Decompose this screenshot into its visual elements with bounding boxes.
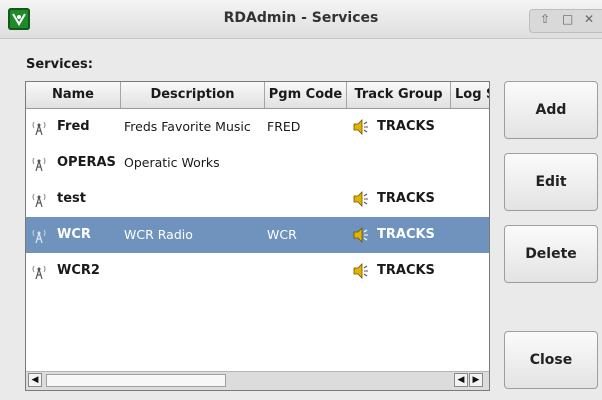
scrollbar-thumb[interactable]	[46, 374, 226, 387]
column-header-description[interactable]: Description	[121, 82, 265, 108]
speaker-icon	[352, 263, 370, 283]
service-name: OPERAS	[57, 155, 116, 170]
service-name: WCR	[57, 227, 91, 242]
service-pgm-code: FRED	[267, 119, 301, 134]
table-row[interactable]: WCR2 TRACKS	[26, 253, 489, 289]
horizontal-scrollbar[interactable]: ◀ ◀ ▶	[26, 371, 489, 390]
title-bar[interactable]: RDAdmin - Services ⇧ □ ✕	[0, 0, 602, 39]
service-name: WCR2	[57, 263, 100, 278]
service-track-group: TRACKS	[377, 227, 435, 242]
list-header: Name Description Pgm Code Track Group Lo…	[26, 82, 489, 109]
add-button[interactable]: Add	[504, 81, 598, 139]
restore-icon[interactable]: ⇧	[540, 12, 550, 26]
scroll-left-button-end[interactable]: ◀	[454, 373, 468, 387]
service-description: WCR Radio	[124, 227, 193, 242]
maximize-icon[interactable]: □	[562, 12, 573, 26]
speaker-icon	[352, 227, 370, 247]
services-list[interactable]: Name Description Pgm Code Track Group Lo…	[25, 81, 490, 391]
close-button[interactable]: Close	[504, 331, 598, 389]
services-label: Services:	[26, 57, 93, 72]
service-track-group: TRACKS	[377, 119, 435, 134]
speaker-icon	[352, 119, 370, 139]
service-description: Freds Favorite Music	[124, 119, 251, 134]
service-pgm-code: WCR	[267, 227, 297, 242]
service-name: Fred	[57, 119, 90, 134]
antenna-icon	[31, 228, 47, 248]
service-description: Operatic Works	[124, 155, 220, 170]
scroll-left-button[interactable]: ◀	[28, 373, 42, 387]
scroll-right-button[interactable]: ▶	[469, 373, 483, 387]
table-row[interactable]: test TRACKS	[26, 181, 489, 217]
column-header-track-group[interactable]: Track Group	[347, 82, 451, 108]
antenna-icon	[31, 264, 47, 284]
close-icon[interactable]: ✕	[584, 12, 594, 26]
column-header-pgm-code[interactable]: Pgm Code	[265, 82, 347, 108]
edit-button[interactable]: Edit	[504, 153, 598, 211]
table-row[interactable]: Fred Freds Favorite Music FRED TRACKS	[26, 109, 489, 145]
table-row[interactable]: OPERAS Operatic Works	[26, 145, 489, 181]
antenna-icon	[31, 156, 47, 176]
column-header-name[interactable]: Name	[26, 82, 121, 108]
service-track-group: TRACKS	[377, 263, 435, 278]
window-title: RDAdmin - Services	[223, 10, 379, 26]
table-row-selected[interactable]: WCR WCR Radio WCR TRACKS	[26, 217, 489, 253]
service-name: test	[57, 191, 86, 206]
column-header-log-scheduler[interactable]: Log S	[451, 82, 489, 108]
window-controls: ⇧ □ ✕	[529, 9, 602, 33]
service-track-group: TRACKS	[377, 191, 435, 206]
antenna-icon	[31, 192, 47, 212]
speaker-icon	[352, 191, 370, 211]
services-dialog: RDAdmin - Services ⇧ □ ✕ Services: Name …	[0, 0, 602, 400]
antenna-icon	[31, 120, 47, 140]
delete-button[interactable]: Delete	[504, 225, 598, 283]
